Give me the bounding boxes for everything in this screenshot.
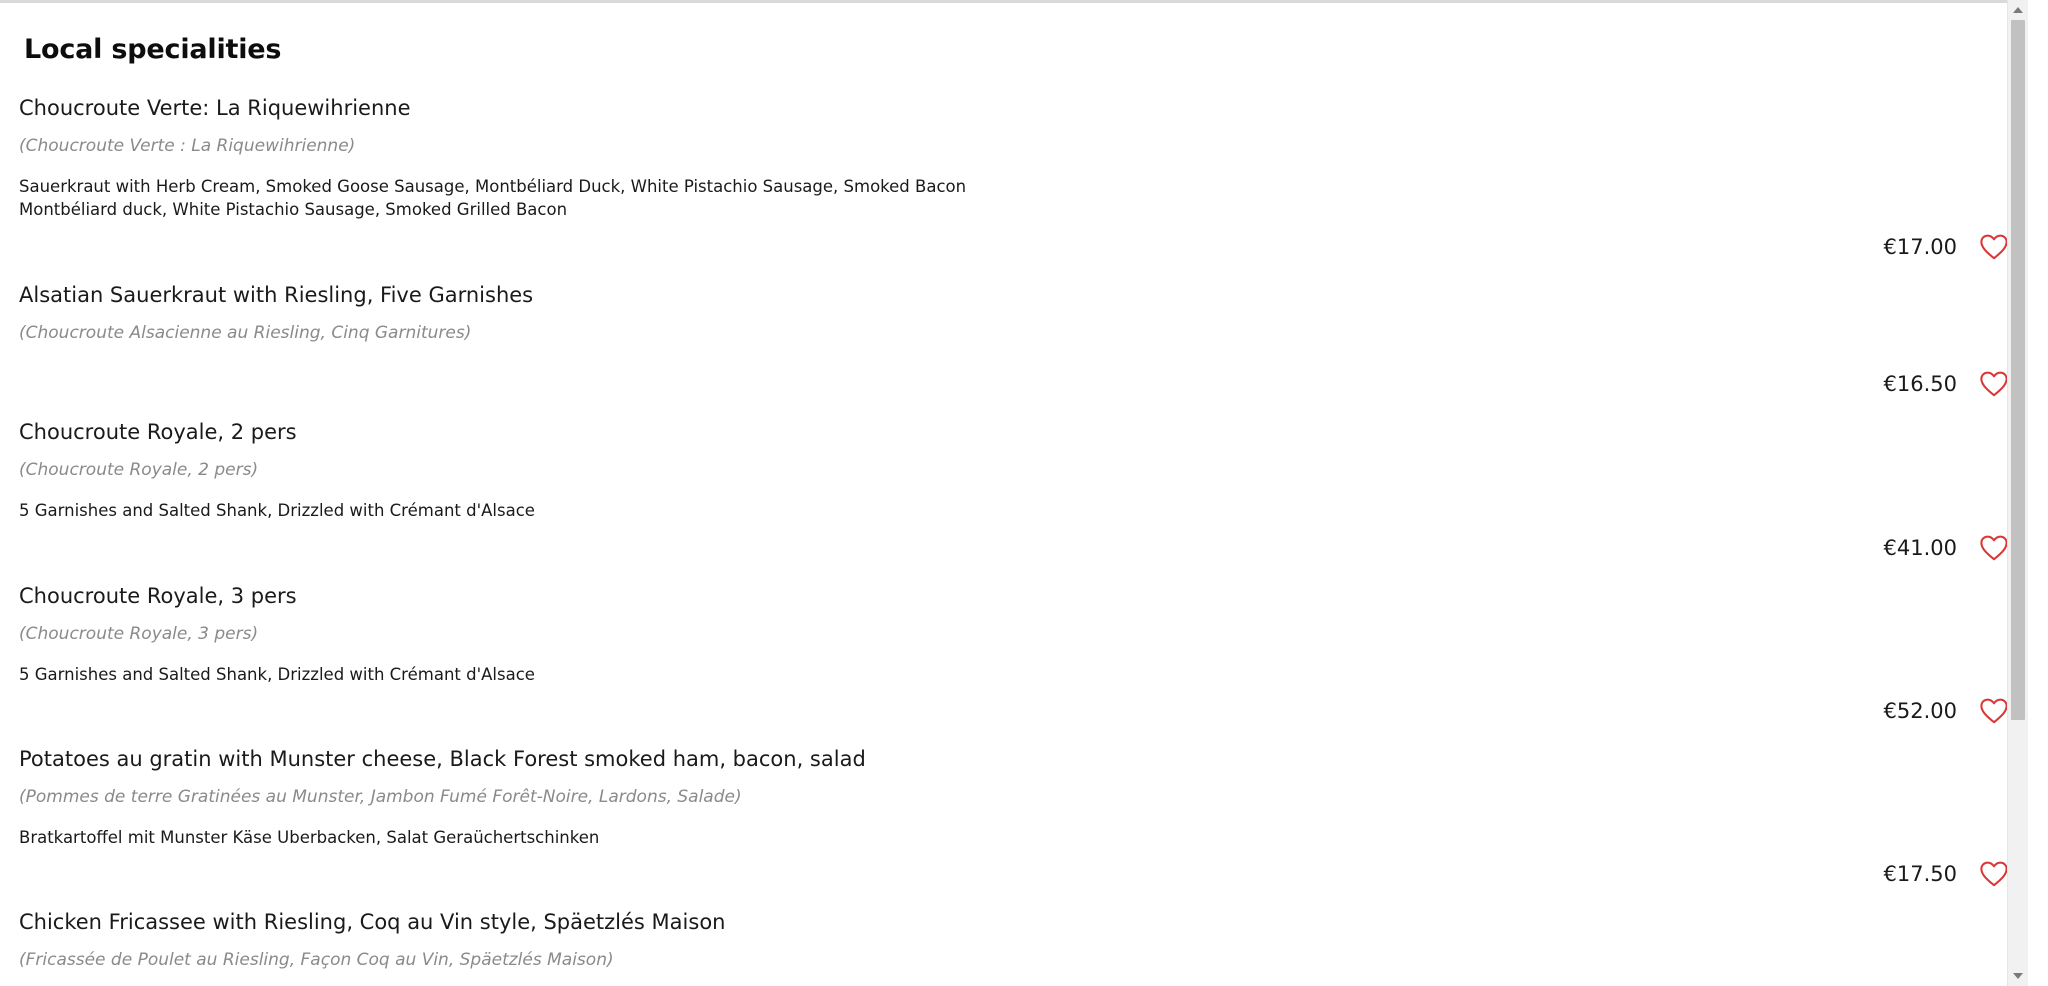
item-price: €16.50 xyxy=(1883,372,1957,396)
item-description-line: Montbéliard duck, White Pistachio Sausag… xyxy=(19,200,568,219)
heart-outline-icon[interactable] xyxy=(1979,370,2009,398)
item-description-line: Sauerkraut with Herb Cream, Smoked Goose… xyxy=(19,177,967,196)
scroll-up-button[interactable] xyxy=(2008,2,2028,18)
menu-list: Choucroute Verte: La Riquewihrienne (Cho… xyxy=(0,0,2028,986)
item-description: Bratkartoffel mit Munster Käse Uberbacke… xyxy=(19,826,599,849)
item-name: Potatoes au gratin with Munster cheese, … xyxy=(19,747,866,771)
triangle-up-icon xyxy=(2013,7,2023,13)
item-original-name: (Choucroute Verte : La Riquewihrienne) xyxy=(19,136,356,156)
price-row: €41.00 xyxy=(1884,533,2009,563)
item-description: 5 Garnishes and Salted Shank, Drizzled w… xyxy=(19,663,535,686)
item-name: Choucroute Royale, 2 pers xyxy=(19,420,297,444)
item-price: €41.00 xyxy=(1883,536,1957,560)
item-name: Chicken Fricassee with Riesling, Coq au … xyxy=(19,910,726,934)
item-description-line: Bratkartoffel mit Munster Käse Uberbacke… xyxy=(19,828,600,847)
heart-outline-icon[interactable] xyxy=(1979,697,2009,725)
item-original-name: (Fricassée de Poulet au Riesling, Façon … xyxy=(19,950,614,970)
item-description-line: 5 Garnishes and Salted Shank, Drizzled w… xyxy=(19,501,535,520)
heart-outline-icon[interactable] xyxy=(1979,233,2009,261)
menu-page: Local specialities Choucroute Verte: La … xyxy=(0,0,2028,986)
item-price: €17.50 xyxy=(1883,862,1957,886)
price-row: €52.00 xyxy=(1884,696,2009,726)
item-original-name: (Choucroute Royale, 3 pers) xyxy=(19,624,259,644)
item-original-name: (Choucroute Royale, 2 pers) xyxy=(19,460,259,480)
vertical-scrollbar[interactable] xyxy=(2007,0,2028,986)
item-description: 5 Garnishes and Salted Shank, Drizzled w… xyxy=(19,499,535,522)
item-name: Choucroute Royale, 3 pers xyxy=(19,584,297,608)
item-name: Choucroute Verte: La Riquewihrienne xyxy=(19,96,411,120)
item-original-name: (Choucroute Alsacienne au Riesling, Cinq… xyxy=(19,323,472,343)
scroll-down-button[interactable] xyxy=(2008,968,2028,984)
price-row: €17.00 xyxy=(1884,232,2009,262)
item-name: Alsatian Sauerkraut with Riesling, Five … xyxy=(19,283,534,307)
scrollbar-thumb[interactable] xyxy=(2011,20,2025,720)
item-description-line: 5 Garnishes and Salted Shank, Drizzled w… xyxy=(19,665,535,684)
item-original-name: (Pommes de terre Gratinées au Munster, J… xyxy=(19,787,742,807)
price-row: €16.50 xyxy=(1884,369,2009,399)
triangle-down-icon xyxy=(2013,973,2023,979)
price-row: €17.50 xyxy=(1884,859,2009,889)
item-price: €17.00 xyxy=(1883,235,1957,259)
heart-outline-icon[interactable] xyxy=(1979,860,2009,888)
item-price: €52.00 xyxy=(1883,699,1957,723)
heart-outline-icon[interactable] xyxy=(1979,534,2009,562)
item-description: Sauerkraut with Herb Cream, Smoked Goose… xyxy=(19,175,966,221)
